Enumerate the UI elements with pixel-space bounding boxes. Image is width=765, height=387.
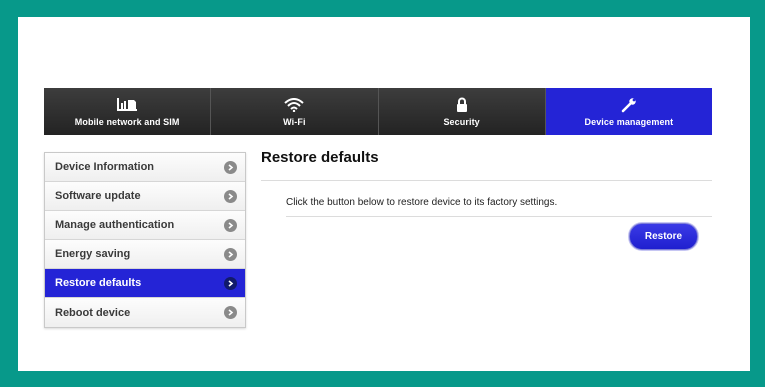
sidebar-item-label: Reboot device [55, 306, 131, 319]
chevron-right-icon [224, 189, 237, 203]
content-divider [286, 216, 712, 217]
tab-security[interactable]: Security [378, 88, 546, 135]
sidebar-item-software-update[interactable]: Software update [45, 182, 245, 211]
restore-description: Click the button below to restore device… [286, 197, 558, 208]
wifi-icon [284, 97, 305, 113]
title-divider [261, 180, 712, 181]
sidebar-item-label: Device Information [55, 161, 155, 173]
sidebar-item-label: Software update [55, 190, 141, 202]
sidebar-item-label: Manage authentication [55, 219, 175, 231]
tab-device-management-label: Device management [584, 116, 674, 127]
chevron-right-icon [224, 160, 237, 174]
tab-mobile-network[interactable]: Mobile network and SIM [44, 88, 212, 135]
restore-button[interactable]: Restore [629, 223, 698, 250]
sidebar-item-label: Restore defaults [55, 277, 142, 289]
top-navigation: Mobile network and SIM Wi-Fi Security De… [44, 88, 712, 135]
sidebar-item-energy-saving[interactable]: Energy saving [45, 240, 245, 269]
sidebar-item-reboot-device[interactable]: Reboot device [45, 298, 245, 327]
chevron-right-icon [224, 247, 237, 261]
chevron-right-icon [224, 276, 237, 290]
wrench-icon [621, 97, 637, 113]
chevron-right-icon [224, 306, 237, 319]
tab-wifi[interactable]: Wi-Fi [211, 88, 379, 135]
page-title: Restore defaults [261, 149, 379, 166]
sidebar-item-label: Energy saving [55, 248, 131, 260]
tab-device-management[interactable]: Device management [545, 88, 712, 135]
lock-icon [456, 97, 468, 113]
sidebar-item-device-information[interactable]: Device Information [45, 153, 245, 182]
tab-security-label: Security [443, 116, 480, 127]
tab-wifi-label: Wi-Fi [283, 116, 306, 127]
chevron-right-icon [224, 218, 237, 232]
sidebar-menu: Device Information Software update Manag… [44, 152, 246, 328]
main-panel: Mobile network and SIM Wi-Fi Security De… [18, 17, 750, 371]
sidebar-item-manage-authentication[interactable]: Manage authentication [45, 211, 245, 240]
tab-mobile-network-label: Mobile network and SIM [74, 116, 180, 127]
sidebar-item-restore-defaults[interactable]: Restore defaults [45, 269, 245, 298]
signal-sim-icon [117, 97, 138, 113]
